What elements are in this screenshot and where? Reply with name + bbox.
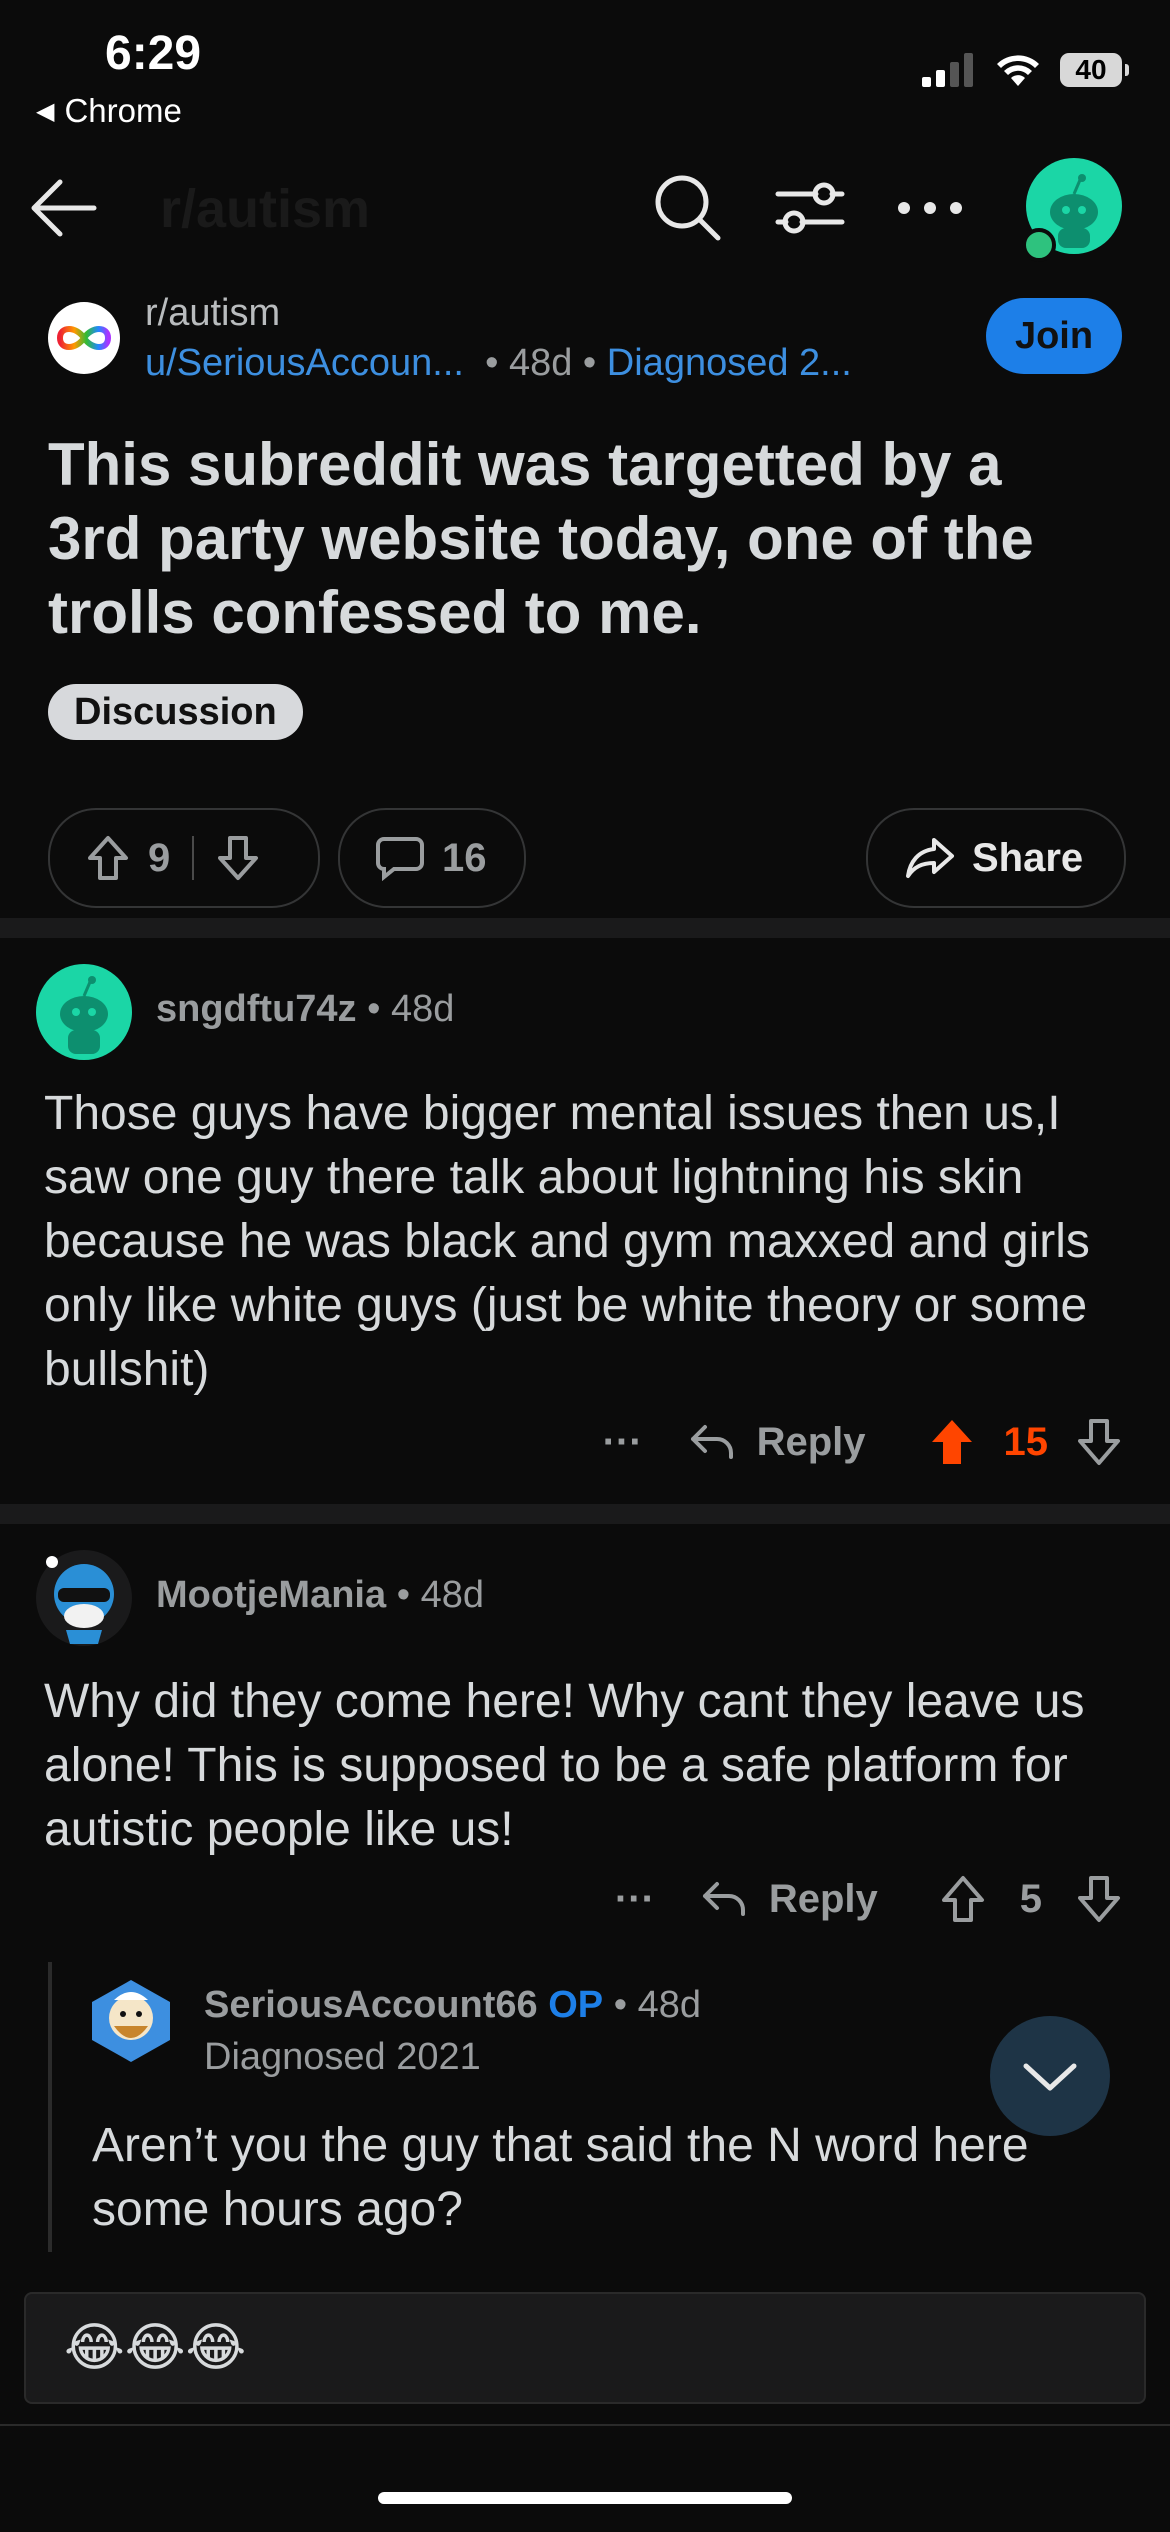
post-vote-pill: 9 — [48, 808, 320, 908]
comment-body: Aren’t you the guy that said the N word … — [92, 2119, 1029, 2236]
comment-body: Why did they come here! Why cant they le… — [44, 1675, 1085, 1856]
reply-composer-input[interactable]: 😂😂😂 — [24, 2292, 1146, 2404]
comment-vote-count: 15 — [1003, 1419, 1049, 1464]
online-status-dot — [1022, 228, 1056, 262]
comment-count: 16 — [442, 835, 487, 880]
downvote-arrow-icon[interactable] — [1076, 1874, 1122, 1924]
meta-separator: • — [367, 988, 391, 1030]
subreddit-icon[interactable] — [48, 302, 120, 374]
comment-actions: ··· Reply 15 — [603, 1416, 1122, 1468]
status-time: 6:29 — [105, 27, 202, 80]
status-indicators: 40 — [922, 52, 1129, 88]
comments-button[interactable]: 16 — [338, 808, 526, 908]
chevron-down-icon — [1023, 2063, 1077, 2091]
wifi-icon — [997, 55, 1039, 86]
post-subreddit[interactable]: r/autism — [145, 292, 280, 335]
comment-header: sngdftu74z • 48d — [156, 988, 454, 1031]
bottom-divider — [0, 2424, 1170, 2426]
reply-button[interactable]: Reply — [757, 1420, 866, 1465]
upvote-arrow-filled-icon[interactable] — [928, 1416, 976, 1468]
next-comment-button[interactable] — [990, 2016, 1110, 2136]
filter-sliders-icon — [775, 182, 845, 234]
meta-separator: • — [613, 1984, 638, 2026]
share-button[interactable]: Share — [866, 808, 1126, 908]
meta-separator: • — [582, 342, 607, 384]
comment-vote-count: 5 — [1019, 1876, 1042, 1921]
home-indicator[interactable] — [378, 2492, 792, 2504]
comment-header: MootjeMania • 48d — [156, 1574, 484, 1617]
downvote-arrow-icon[interactable] — [1076, 1417, 1122, 1467]
meta-separator: • — [396, 1574, 421, 1616]
comment-username[interactable]: SeriousAccount66 — [204, 1984, 538, 2026]
downvote-arrow-icon[interactable] — [216, 834, 260, 882]
page-title: r/autism — [160, 179, 371, 239]
post-author[interactable]: u/SeriousAccoun... — [145, 342, 464, 384]
composer-text: 😂😂😂 — [64, 2319, 247, 2377]
comment-body: Those guys have bigger mental issues the… — [44, 1087, 1090, 1396]
back-triangle-icon: ◀ — [36, 97, 55, 125]
op-badge: OP — [548, 1984, 604, 2026]
reply-button[interactable]: Reply — [769, 1877, 878, 1922]
comment-age: 48d — [391, 988, 455, 1030]
section-divider — [0, 1504, 1170, 1524]
author-flair: Diagnosed 2... — [606, 342, 852, 384]
search-icon — [655, 175, 721, 241]
reply-arrow-icon[interactable] — [701, 1880, 747, 1918]
upvote-arrow-icon[interactable] — [86, 834, 130, 882]
share-arrow-icon — [906, 838, 954, 878]
post-meta: u/SeriousAccoun... • 48d • Diagnosed 2..… — [145, 342, 852, 385]
filter-button[interactable] — [770, 168, 850, 248]
reply-arrow-icon[interactable] — [689, 1423, 735, 1461]
cartoon-avatar-icon — [92, 1980, 170, 2062]
back-to-app-link[interactable]: ◀ Chrome — [36, 92, 182, 130]
meta-separator: • — [474, 342, 509, 384]
upvote-arrow-icon[interactable] — [940, 1874, 986, 1924]
thread-line — [48, 1962, 52, 2252]
comment-bubble-icon — [376, 837, 424, 881]
snoo-avatar-icon — [60, 976, 108, 1054]
battery-icon: 40 — [1060, 53, 1129, 87]
comment-avatar[interactable] — [36, 964, 132, 1060]
post-vote-count: 9 — [148, 835, 171, 880]
comment-more-button[interactable]: ··· — [603, 1420, 643, 1465]
comment-username[interactable]: sngdftu74z — [156, 988, 357, 1030]
more-options-button[interactable] — [890, 168, 970, 248]
comment-more-button[interactable]: ··· — [615, 1877, 655, 1922]
more-dots-icon — [898, 202, 962, 214]
comment-avatar[interactable] — [84, 1974, 178, 2068]
comment-username[interactable]: MootjeMania — [156, 1574, 386, 1616]
join-button[interactable]: Join — [986, 298, 1122, 374]
battery-level: 40 — [1075, 54, 1107, 85]
post-title: This subreddit was targetted by a 3rd pa… — [48, 431, 1034, 646]
infinity-rainbow-icon — [56, 326, 112, 350]
comment-header: SeriousAccount66 OP • 48d — [204, 1984, 701, 2027]
comment-avatar[interactable] — [36, 1550, 132, 1646]
cartoon-avatar-icon — [46, 1556, 114, 1644]
comment-actions: ··· Reply 5 — [615, 1874, 1122, 1924]
comment-age: 48d — [637, 1984, 701, 2026]
user-flair: Diagnosed 2021 — [204, 2036, 481, 2078]
comment-age: 48d — [420, 1574, 484, 1616]
post-flair[interactable]: Discussion — [48, 684, 303, 740]
signal-icon — [922, 53, 973, 87]
back-app-label: Chrome — [64, 92, 182, 129]
share-label: Share — [972, 835, 1084, 880]
section-divider — [0, 918, 1170, 938]
post-age: 48d — [508, 342, 573, 384]
vote-separator — [192, 836, 195, 880]
back-arrow-icon[interactable] — [24, 168, 104, 248]
search-button[interactable] — [648, 168, 728, 248]
